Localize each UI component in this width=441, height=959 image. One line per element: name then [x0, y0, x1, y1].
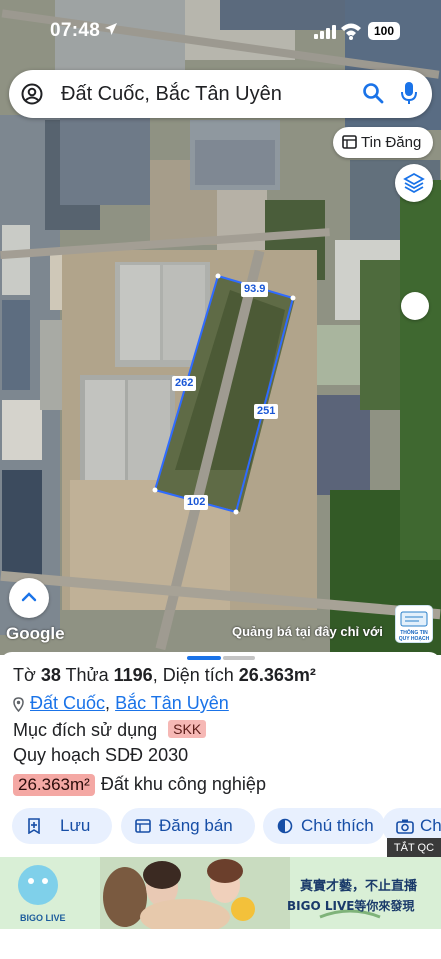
save-button[interactable]: Lưu	[12, 808, 112, 844]
status-bar: 07:48 100	[0, 0, 441, 62]
planning-detail: 26.363m² Đất khu công nghiệp	[13, 774, 266, 796]
area-value: 26.363m²	[238, 665, 316, 685]
close-ad-button[interactable]: TẮT QC	[387, 838, 441, 858]
ward-link[interactable]: Đất Cuốc	[30, 693, 105, 713]
search-query[interactable]: Đất Cuốc, Bắc Tân Uyên	[61, 83, 282, 106]
parcel-edge-top-length: 93.9	[241, 282, 269, 297]
legend-icon	[277, 818, 293, 834]
parcel-edge-bottom-length: 102	[184, 495, 209, 510]
bottom-spacer	[0, 929, 441, 959]
post-for-sale-button[interactable]: Đăng bán	[121, 808, 255, 844]
parcel-edge-left-length: 262	[172, 376, 197, 391]
cellular-signal-icon	[314, 25, 336, 39]
location-separator: ,	[105, 693, 111, 713]
sheet-label: Tờ	[13, 665, 36, 685]
layers-icon	[403, 172, 425, 194]
lot-label: Thửa	[65, 665, 109, 685]
google-watermark: Google	[6, 624, 65, 643]
lot-number: 1196	[113, 665, 153, 685]
microphone-icon[interactable]	[401, 81, 417, 105]
area-label: Diện tích	[162, 665, 234, 685]
status-time: 07:48	[50, 20, 101, 41]
ad-brand-line: BIGO LIVE等你來發現	[287, 899, 415, 913]
sheet-handle-active[interactable]	[187, 656, 221, 660]
sheet-handle-inactive[interactable]	[223, 656, 255, 660]
legend-label: Chú thích	[301, 816, 374, 835]
location-arrow-icon	[105, 23, 117, 35]
search-icon[interactable]	[362, 82, 384, 104]
location-pin-icon	[13, 696, 24, 712]
promo-text[interactable]: Quảng bá tại đây chỉ với	[232, 624, 383, 639]
search-bar[interactable]: Đất Cuốc, Bắc Tân Uyên	[9, 70, 432, 118]
planning-area-badge: 26.363m²	[13, 774, 95, 796]
tin-dang-label: Tin Đăng	[361, 134, 422, 151]
ad-slogan: 真實才藝，不止直播	[300, 879, 418, 894]
planning-title: Quy hoạch SDĐ 2030	[13, 745, 189, 765]
action-chips: Lưu Đăng bán Chú thích Ch	[12, 808, 441, 844]
ad-brand: BIGO LIVE	[20, 913, 66, 923]
save-label: Lưu	[60, 816, 91, 835]
account-icon[interactable]	[21, 83, 43, 105]
parcel-info-sheet: Tờ 38 Thửa 1196, Diện tích 26.363m² Đất …	[0, 652, 441, 854]
parcel-location: Đất Cuốc, Bắc Tân Uyên	[13, 693, 229, 714]
planning-logo-text: THÔNG TIN QUY HOẠCH	[398, 630, 430, 642]
app-screen: 07:48 100 Đất Cuốc, Bắc Tân Uyên Tin Đăn…	[0, 0, 441, 959]
sheet-number: 38	[40, 665, 61, 685]
purpose-label: Mục đích sử dụng	[13, 720, 158, 740]
side-panel-handle[interactable]	[401, 292, 429, 320]
layers-button[interactable]	[395, 164, 433, 202]
camera-label: Ch	[420, 816, 441, 835]
expand-up-button[interactable]	[9, 578, 49, 618]
satellite-map[interactable]: 07:48 100 Đất Cuốc, Bắc Tân Uyên Tin Đăn…	[0, 0, 441, 655]
parcel-title: Tờ 38 Thửa 1196, Diện tích 26.363m²	[13, 665, 316, 685]
district-link[interactable]: Bắc Tân Uyên	[115, 693, 229, 713]
battery-indicator: 100	[368, 22, 400, 40]
land-use-purpose: Mục đích sử dụng SKK	[13, 720, 207, 741]
tin-dang-button[interactable]: Tin Đăng	[333, 127, 433, 158]
bookmark-plus-icon	[28, 818, 40, 834]
parcel-edge-right-length: 251	[254, 404, 279, 419]
camera-icon	[396, 819, 414, 834]
listing-icon	[135, 819, 151, 833]
listing-icon	[342, 135, 357, 149]
wifi-icon	[341, 23, 361, 40]
legend-button[interactable]: Chú thích	[263, 808, 385, 844]
planning-logo-icon	[400, 611, 428, 627]
post-for-sale-label: Đăng bán	[159, 816, 233, 835]
ad-banner[interactable]: BIGO LIVE 真實才藝，不止直播 BIGO LIVE等你來發現	[0, 857, 441, 929]
chevron-up-icon	[21, 592, 37, 602]
purpose-code-badge: SKK	[168, 720, 207, 738]
planning-info-logo[interactable]: THÔNG TIN QUY HOẠCH	[395, 605, 433, 643]
planning-type: Đất khu công nghiệp	[100, 774, 266, 794]
